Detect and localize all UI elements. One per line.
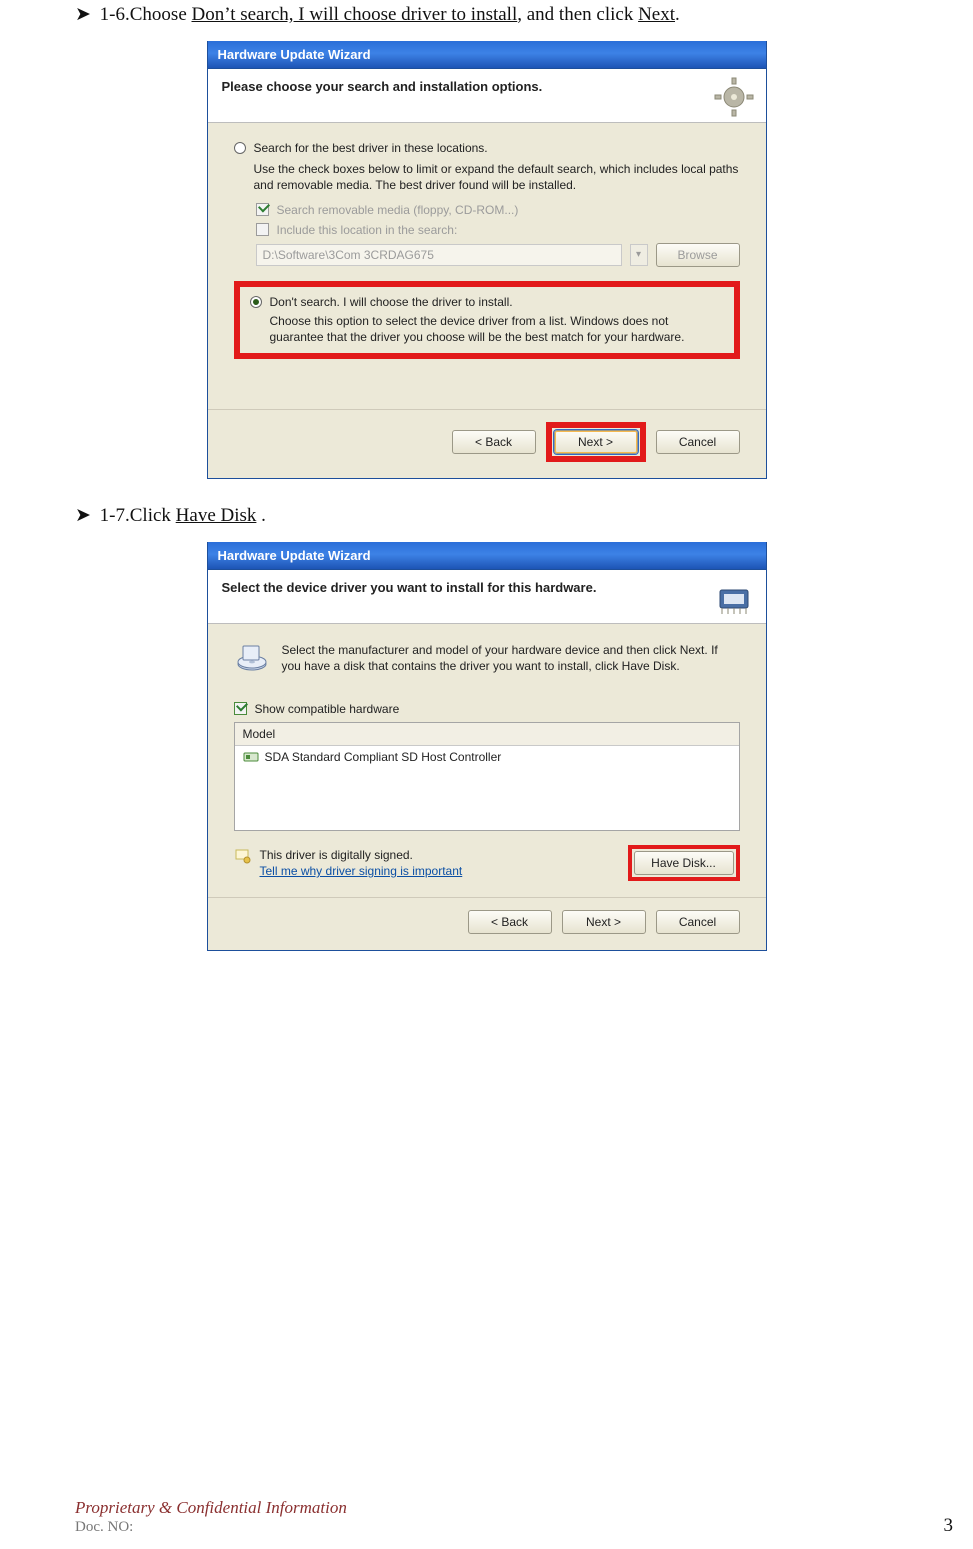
page-footer: Proprietary & Confidential Information D… (75, 1497, 953, 1537)
disk-icon (234, 642, 270, 678)
radio-search-best[interactable]: Search for the best driver in these loca… (234, 141, 740, 155)
divider (208, 409, 766, 410)
have-disk-button[interactable]: Have Disk... (634, 851, 734, 875)
wizard-2-intro: Select the manufacturer and model of you… (282, 642, 740, 674)
driver-signing-link[interactable]: Tell me why driver signing is important (260, 864, 463, 878)
instruction-1-7-link: Have Disk (176, 505, 257, 526)
wizard-2-footer: < Back Next > Cancel (234, 908, 740, 936)
wizard-2: Hardware Update Wizard Select the device… (207, 542, 767, 951)
model-list-item[interactable]: SDA Standard Compliant SD Host Controlle… (235, 746, 739, 768)
radio-icon (250, 296, 262, 308)
check-removable-media-label: Search removable media (floppy, CD-ROM..… (277, 203, 519, 217)
chevron-down-icon: ▾ (630, 244, 648, 266)
wizard-1-footer: < Back Next > Cancel (234, 420, 740, 464)
instruction-1-6: ➤ 1-6.Choose Don’t search, I will choose… (75, 0, 898, 29)
back-button[interactable]: < Back (452, 430, 536, 454)
footer-page-number: 3 (944, 1515, 954, 1537)
radio-icon (234, 142, 246, 154)
back-button[interactable]: < Back (468, 910, 552, 934)
instruction-1-6-mid: , and then click (517, 4, 638, 25)
wizard-1: Hardware Update Wizard Please choose you… (207, 41, 767, 480)
divider (208, 897, 766, 898)
checkbox-icon (234, 702, 247, 715)
driver-signed-text: This driver is digitally signed. (260, 848, 463, 862)
highlight-next-button: Next > (546, 422, 646, 462)
wizard-2-heading: Select the device driver you want to ins… (222, 580, 752, 595)
instruction-1-6-prefix: 1-6.Choose (100, 4, 192, 25)
wizard-2-header: Select the device driver you want to ins… (208, 570, 766, 624)
check-include-location[interactable]: Include this location in the search: (256, 223, 740, 237)
wizard-1-header: Please choose your search and installati… (208, 69, 766, 123)
next-button[interactable]: Next > (554, 430, 638, 454)
cancel-button[interactable]: Cancel (656, 910, 740, 934)
checkbox-icon (256, 223, 269, 236)
instruction-1-7-prefix: 1-7.Click (100, 505, 176, 526)
wizard-1-titlebar: Hardware Update Wizard (208, 41, 766, 69)
location-path-input[interactable] (256, 244, 622, 266)
highlight-dont-search: Don't search. I will choose the driver t… (234, 281, 740, 359)
cancel-button[interactable]: Cancel (656, 430, 740, 454)
model-listbox[interactable]: Model SDA Standard Compliant SD Host Con… (234, 722, 740, 831)
check-show-compatible-label: Show compatible hardware (255, 702, 400, 716)
model-list-item-label: SDA Standard Compliant SD Host Controlle… (265, 750, 502, 764)
footer-doc-no: Doc. NO: (75, 1518, 347, 1537)
radio-search-best-desc: Use the check boxes below to limit or ex… (254, 161, 740, 193)
instruction-1-6-tail: . (675, 4, 680, 25)
check-include-location-label: Include this location in the search: (277, 223, 458, 237)
certificate-icon (234, 848, 252, 866)
instruction-1-6-option: Don’t search, I will choose driver to in… (192, 4, 518, 25)
device-chip-icon (712, 576, 756, 620)
instruction-1-7: ➤ 1-7.Click Have Disk . (75, 479, 898, 530)
radio-search-best-label: Search for the best driver in these loca… (254, 141, 488, 155)
radio-dont-search[interactable]: Don't search. I will choose the driver t… (250, 295, 724, 309)
radio-dont-search-label: Don't search. I will choose the driver t… (270, 295, 513, 309)
wizard-1-heading: Please choose your search and installati… (222, 79, 752, 94)
device-card-icon (243, 750, 259, 764)
bullet-arrow-icon: ➤ (75, 505, 91, 526)
footer-confidential: Proprietary & Confidential Information (75, 1497, 347, 1518)
checkbox-icon (256, 203, 269, 216)
wizard-2-titlebar: Hardware Update Wizard (208, 542, 766, 570)
wizard-gear-icon (712, 75, 756, 119)
browse-button[interactable]: Browse (656, 243, 740, 267)
check-removable-media[interactable]: Search removable media (floppy, CD-ROM..… (256, 203, 740, 217)
check-show-compatible[interactable]: Show compatible hardware (234, 702, 740, 716)
instruction-1-7-tail: . (256, 505, 266, 526)
highlight-have-disk: Have Disk... (628, 845, 740, 881)
next-button[interactable]: Next > (562, 910, 646, 934)
radio-dont-search-desc: Choose this option to select the device … (270, 313, 724, 345)
bullet-arrow-icon: ➤ (75, 4, 91, 25)
model-column-header: Model (235, 723, 739, 746)
instruction-1-6-next: Next (638, 4, 675, 25)
